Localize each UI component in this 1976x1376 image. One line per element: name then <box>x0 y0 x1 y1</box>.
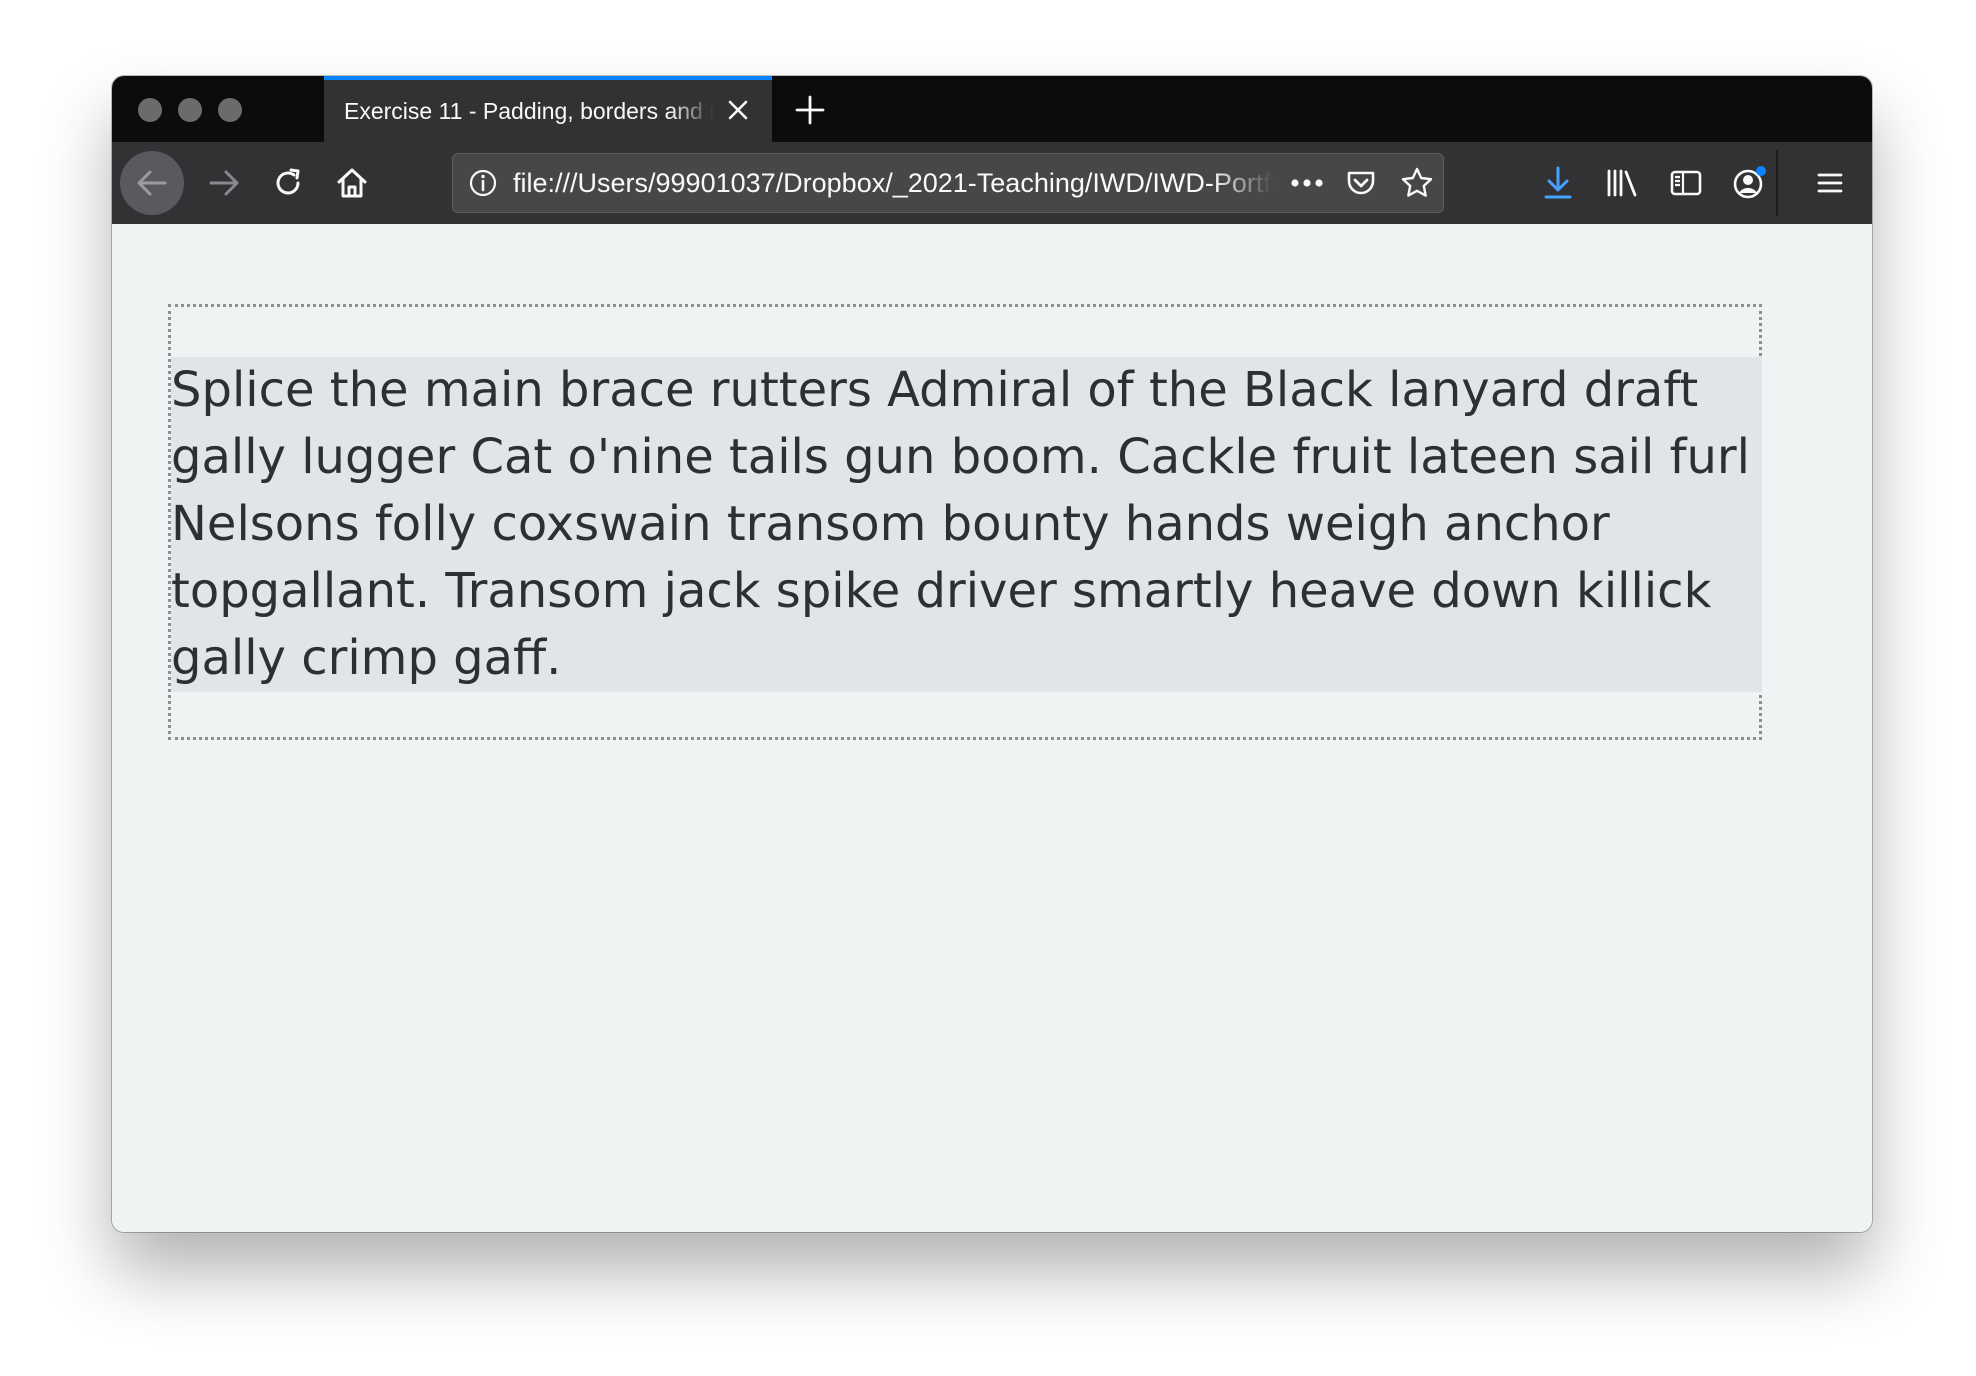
page-actions-button[interactable] <box>1287 163 1327 203</box>
star-icon <box>1401 167 1433 197</box>
pocket-icon <box>1347 171 1375 195</box>
url-text[interactable]: file:///Users/99901037/Dropbox/_2021-Tea… <box>513 154 1273 212</box>
bookmark-star-button[interactable] <box>1397 163 1437 203</box>
tab-title: Exercise 11 - Padding, borders and margi… <box>344 97 714 124</box>
notification-badge <box>1756 166 1766 176</box>
tab-active[interactable]: Exercise 11 - Padding, borders and margi… <box>324 76 772 142</box>
new-tab-button[interactable] <box>790 90 830 130</box>
home-icon <box>337 168 367 198</box>
forward-button[interactable] <box>194 153 254 213</box>
dotted-border-container: Splice the main brace rutters Admiral of… <box>168 304 1762 740</box>
sidebar-icon <box>1670 170 1702 196</box>
menu-button[interactable] <box>1800 153 1860 213</box>
account-button[interactable] <box>1720 153 1780 213</box>
pocket-button[interactable] <box>1341 163 1381 203</box>
page-content: Splice the main brace rutters Admiral of… <box>112 224 1872 1232</box>
library-icon <box>1607 169 1637 197</box>
download-icon <box>1544 166 1572 199</box>
sidebar-button[interactable] <box>1656 153 1716 213</box>
tab-bar: Exercise 11 - Padding, borders and margi… <box>112 76 1872 142</box>
nav-toolbar: file:///Users/99901037/Dropbox/_2021-Tea… <box>112 142 1872 225</box>
back-arrow-icon <box>137 170 167 196</box>
toolbar-divider <box>1776 150 1778 216</box>
window-controls <box>138 98 242 122</box>
plus-icon <box>795 95 825 125</box>
downloads-button[interactable] <box>1528 153 1588 213</box>
back-button[interactable] <box>120 151 184 215</box>
site-info-button[interactable] <box>463 163 503 203</box>
close-window-button[interactable] <box>138 98 162 122</box>
address-bar[interactable]: file:///Users/99901037/Dropbox/_2021-Tea… <box>452 153 1444 213</box>
close-icon <box>728 100 748 120</box>
maximize-window-button[interactable] <box>218 98 242 122</box>
minimize-window-button[interactable] <box>178 98 202 122</box>
hamburger-menu-icon <box>1817 173 1843 193</box>
library-button[interactable] <box>1592 153 1652 213</box>
account-icon <box>1733 166 1766 199</box>
info-icon <box>469 169 497 197</box>
reload-icon <box>276 168 300 195</box>
reload-button[interactable] <box>258 153 318 213</box>
browser-window: Exercise 11 - Padding, borders and margi… <box>112 76 1872 1232</box>
close-tab-button[interactable] <box>722 94 754 126</box>
forward-arrow-icon <box>209 170 239 196</box>
paragraph-text: Splice the main brace rutters Admiral of… <box>171 357 1762 692</box>
more-dots-icon <box>1291 179 1323 187</box>
home-button[interactable] <box>322 153 382 213</box>
